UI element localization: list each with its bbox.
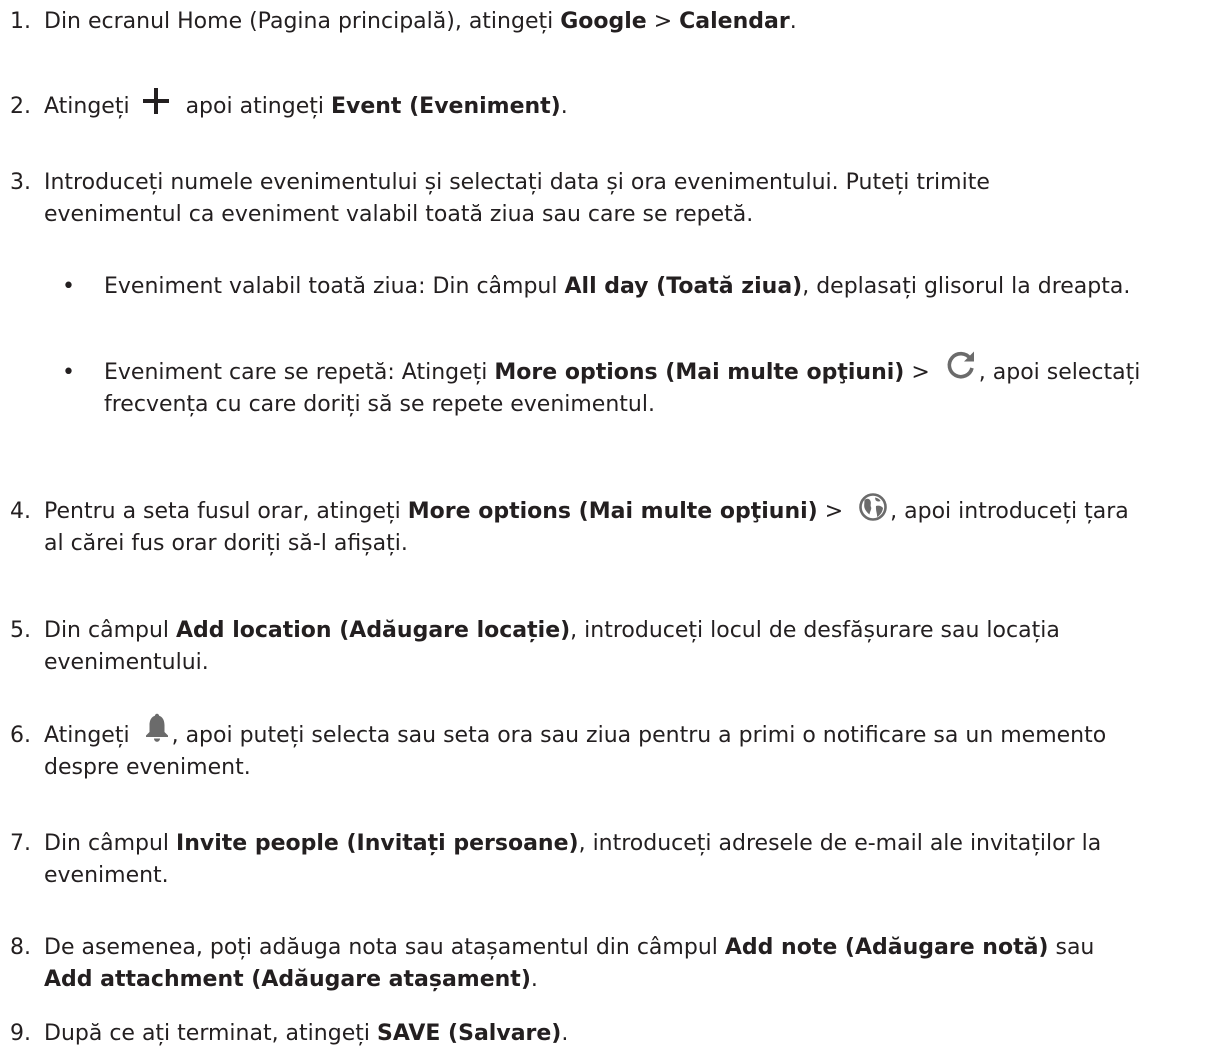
all-day-label: All day (Toată ziua) [564, 274, 803, 299]
add-location-label: Add location (Adăugare locație) [176, 618, 571, 643]
google-label: Google [560, 9, 647, 34]
step-text: Atingeți , apoi puteți selecta sau seta … [44, 713, 1223, 784]
step-text: Din ecranul Home (Pagina principală), at… [44, 9, 797, 34]
step-text: După ce ați terminat, atingeți SAVE (Sal… [44, 1021, 569, 1046]
bullet-text: Eveniment care se repetă: Atingeți More … [104, 351, 1223, 421]
step-text: Introduceți numele evenimentului și sele… [44, 170, 990, 227]
globe-icon [858, 492, 888, 522]
bullet: • [62, 360, 75, 385]
step-text: Pentru a seta fusul orar, atingeți More … [44, 493, 1223, 560]
refresh-icon [945, 349, 977, 381]
invite-people-label: Invite people (Invitați persoane) [176, 831, 579, 856]
step-number: 2. [10, 94, 31, 119]
add-note-label: Add note (Adăugare notă) [724, 935, 1049, 960]
add-attachment-label: Add attachment (Adăugare atașament) [44, 967, 531, 992]
bullet: • [62, 274, 75, 299]
more-options-label: More options (Mai multe opţiuni) [407, 499, 818, 524]
step-number: 9. [10, 1021, 31, 1046]
step-number: 8. [10, 935, 31, 960]
step-number: 3. [10, 170, 31, 195]
step-number: 7. [10, 831, 31, 856]
step-text: De asemenea, poți adăuga nota sau atașam… [44, 935, 1095, 992]
bell-icon [143, 713, 171, 743]
step-text: Atingeți apoi atingeți Event (Eveniment)… [44, 88, 1223, 123]
event-label: Event (Eveniment) [330, 94, 561, 119]
step-number: 6. [10, 723, 31, 748]
step-number: 4. [10, 499, 31, 524]
step-number: 1. [10, 9, 31, 34]
step-text: Din câmpul Add location (Adăugare locați… [44, 618, 1060, 675]
plus-icon [142, 88, 169, 114]
more-options-label: More options (Mai multe opţiuni) [494, 360, 905, 385]
step-number: 5. [10, 618, 31, 643]
step-text: Din câmpul Invite people (Invitați perso… [44, 831, 1102, 888]
bullet-text: Eveniment valabil toată ziua: Din câmpul… [104, 274, 1131, 299]
save-label: SAVE (Salvare) [376, 1021, 562, 1046]
calendar-label: Calendar [679, 9, 790, 34]
instructions-document: 1. Din ecranul Home (Pagina principală),… [0, 0, 1225, 1059]
